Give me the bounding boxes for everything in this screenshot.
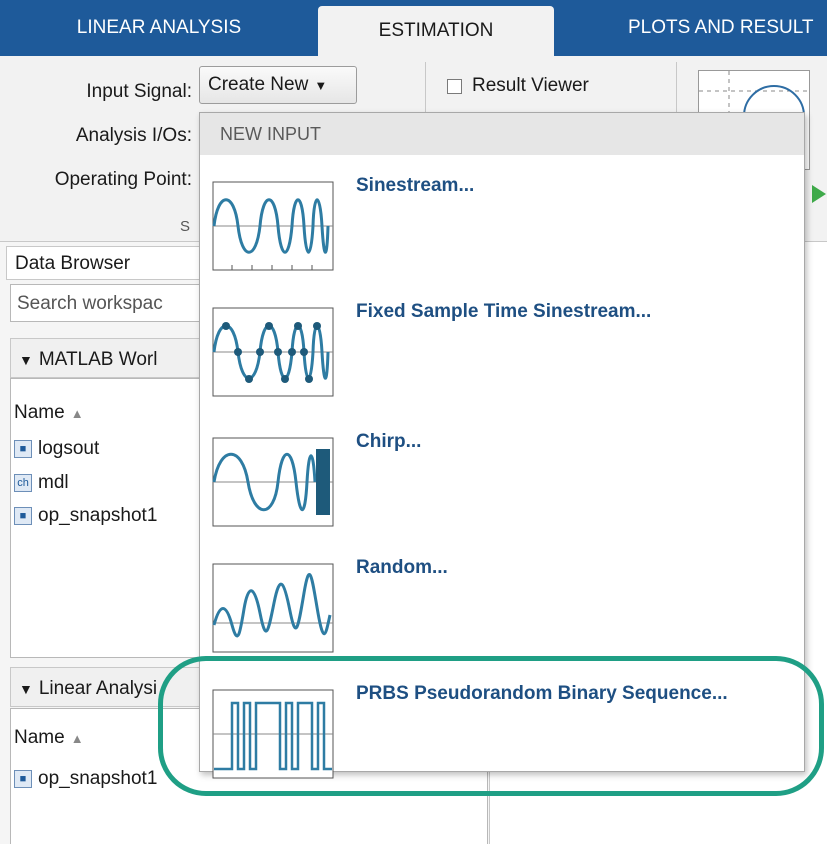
char-icon: ch <box>14 474 32 492</box>
menu-item-label: Chirp... <box>356 431 422 452</box>
column-label: Name <box>14 402 65 423</box>
result-viewer-checkbox[interactable]: Result Viewer <box>447 75 589 97</box>
name-column-header[interactable]: Name ▲ <box>14 402 84 424</box>
ribbon-tab-bar: LINEAR ANALYSIS ESTIMATION PLOTS AND RES… <box>0 0 827 56</box>
create-new-label: Create New <box>208 74 309 95</box>
menu-item-label: Fixed Sample Time Sinestream... <box>356 301 652 322</box>
fixed-sample-sinestream-icon <box>212 307 334 397</box>
section-label: S <box>180 218 191 235</box>
create-new-dropdown[interactable]: Create New ▼ <box>199 66 357 104</box>
column-label: Name <box>14 727 65 748</box>
chirp-icon <box>212 437 334 527</box>
analysis-ios-label: Analysis I/Os: <box>75 125 192 146</box>
sinestream-icon <box>212 181 334 271</box>
menu-item-label: Random... <box>356 557 448 578</box>
variable-name: op_snapshot1 <box>38 768 158 789</box>
sort-up-icon: ▲ <box>70 406 84 421</box>
menu-item-label: Sinestream... <box>356 175 475 196</box>
variable-name: op_snapshot1 <box>38 505 158 526</box>
variable-name: logsout <box>38 438 100 459</box>
menu-item-fixed-sample-time-sinestream[interactable]: Fixed Sample Time Sinestream... <box>200 301 804 427</box>
struct-icon: ■ <box>14 440 32 458</box>
list-item[interactable]: ■ op_snapshot1 <box>14 768 157 790</box>
result-viewer-label: Result Viewer <box>472 75 589 96</box>
collapse-triangle-icon: ▼ <box>19 681 33 697</box>
highlight-ellipse <box>158 656 824 796</box>
section-title: MATLAB Worl <box>38 349 158 370</box>
name-column-header[interactable]: Name ▲ <box>14 727 84 749</box>
sort-up-icon: ▲ <box>70 731 84 746</box>
run-arrow-icon[interactable] <box>812 185 826 203</box>
menu-header: NEW INPUT <box>200 113 804 155</box>
collapse-triangle-icon: ▼ <box>19 352 33 368</box>
struct-icon: ■ <box>14 770 32 788</box>
struct-icon: ■ <box>14 507 32 525</box>
tab-estimation[interactable]: ESTIMATION <box>318 6 554 56</box>
dropdown-arrow-icon: ▼ <box>314 77 328 93</box>
input-signal-label: Input Signal: <box>86 81 192 102</box>
tab-linear-analysis[interactable]: LINEAR ANALYSIS <box>0 0 318 56</box>
list-item[interactable]: ■ op_snapshot1 <box>14 505 157 527</box>
menu-item-sinestream[interactable]: Sinestream... <box>200 175 804 301</box>
checkbox-icon[interactable] <box>447 78 462 94</box>
list-item[interactable]: ■ logsout <box>14 438 99 460</box>
variable-name: mdl <box>38 472 69 493</box>
random-signal-icon <box>212 563 334 653</box>
menu-item-chirp[interactable]: Chirp... <box>200 431 804 557</box>
operating-point-label: Operating Point: <box>54 169 192 190</box>
section-title: Linear Analysi <box>38 678 158 699</box>
list-item[interactable]: ch mdl <box>14 472 69 494</box>
tab-plots-and-results[interactable]: PLOTS AND RESULT <box>554 0 827 56</box>
